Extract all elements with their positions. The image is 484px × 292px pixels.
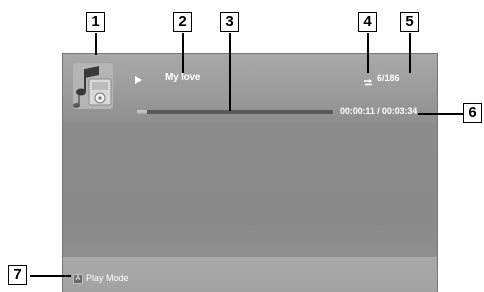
callout-leader-6 xyxy=(418,113,463,115)
progress-bar-fill xyxy=(137,110,147,114)
a-button-icon: A xyxy=(73,274,83,284)
play-mode-label[interactable]: Play Mode xyxy=(86,273,129,283)
callout-6: 6 xyxy=(463,103,482,123)
callout-3: 3 xyxy=(220,12,239,32)
progress-bar[interactable] xyxy=(137,110,333,114)
time-readout: 00:00:11 / 00:03:34 xyxy=(340,106,418,116)
track-count: 6/186 xyxy=(377,73,400,83)
callout-5: 5 xyxy=(400,12,419,32)
music-player-screen: My love 6/186 00:00:11 / 00:03:34 A Play… xyxy=(62,53,438,292)
song-title: My love xyxy=(165,72,201,83)
callout-leader-5 xyxy=(409,33,411,73)
callout-leader-7 xyxy=(30,275,71,277)
callout-1: 1 xyxy=(86,12,105,32)
callout-leader-3 xyxy=(229,33,231,111)
repeat-icon xyxy=(363,74,373,86)
callout-2: 2 xyxy=(173,12,192,32)
callout-leader-1 xyxy=(95,33,97,55)
album-art-icon xyxy=(71,61,115,111)
figure: My love 6/186 00:00:11 / 00:03:34 A Play… xyxy=(0,0,484,292)
callout-7: 7 xyxy=(8,265,27,285)
callout-leader-4 xyxy=(367,33,369,73)
callout-4: 4 xyxy=(358,12,377,32)
callout-leader-2 xyxy=(182,33,184,73)
play-icon xyxy=(135,76,142,84)
